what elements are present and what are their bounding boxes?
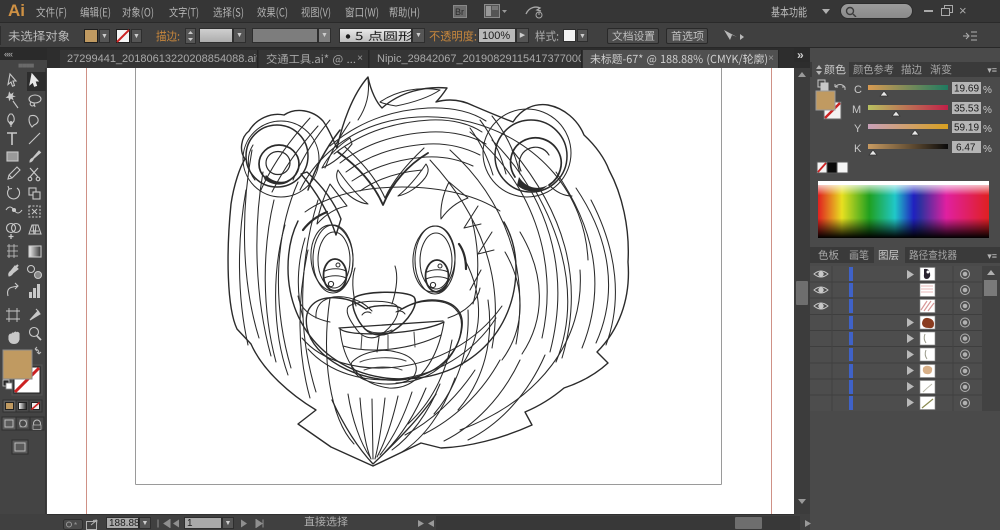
svg-text:35.53: 35.53	[954, 104, 979, 115]
svg-text:Br: Br	[455, 7, 464, 17]
svg-text:C: C	[854, 84, 862, 96]
svg-text:%: %	[983, 105, 992, 116]
svg-text:%: %	[983, 144, 992, 155]
svg-text:*: *	[74, 521, 77, 530]
svg-text:Y: Y	[854, 123, 862, 135]
svg-text:%: %	[983, 124, 992, 135]
svg-text:K: K	[854, 143, 862, 155]
svg-text:%: %	[983, 85, 992, 96]
svg-text:M: M	[852, 104, 861, 116]
svg-text:59.19: 59.19	[954, 123, 979, 134]
svg-text:19.69: 19.69	[954, 84, 979, 95]
svg-text:6.47: 6.47	[956, 143, 976, 154]
